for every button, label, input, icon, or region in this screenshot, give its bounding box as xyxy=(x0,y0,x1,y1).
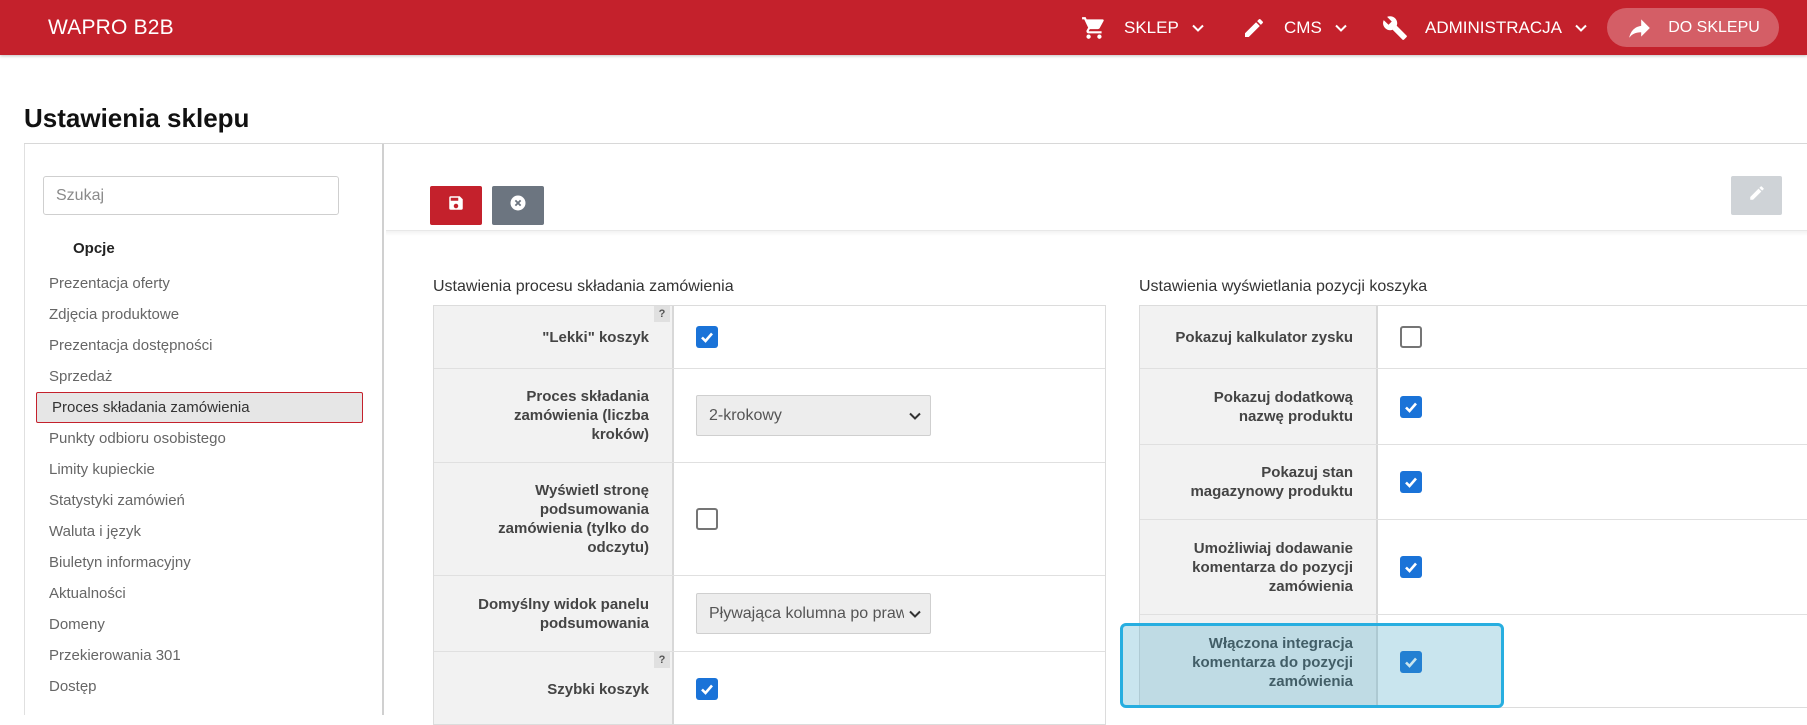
sidebar-item-dostep[interactable]: Dostęp xyxy=(25,671,385,702)
setting-row-integracja-komentarza: Włączona integracja komentarza do pozycj… xyxy=(1140,615,1807,707)
setting-row-stan-magazynowy: Pokazuj stan magazynowy produktu xyxy=(1140,445,1807,520)
sidebar-item-statystyki-zamowien[interactable]: Statystyki zamówień xyxy=(25,485,385,516)
toolbar-divider xyxy=(386,230,1807,236)
sidebar-item-label: Proces składania zamówienia xyxy=(52,399,250,416)
sidebar-item-sprzedaz[interactable]: Sprzedaż xyxy=(25,361,385,392)
setting-value xyxy=(674,306,718,368)
sidebar-item-prezentacja-oferty[interactable]: Prezentacja oferty xyxy=(25,268,385,299)
to-shop-button[interactable]: DO SKLEPU xyxy=(1607,8,1779,47)
setting-label: Wyświetl stronę podsumowania zamówienia … xyxy=(434,463,674,575)
setting-label: Pokazuj stan magazynowy produktu xyxy=(1140,445,1378,519)
setting-value xyxy=(1378,306,1422,368)
sidebar-item-limity-kupieckie[interactable]: Limity kupieckie xyxy=(25,454,385,485)
setting-row-dodatkowa-nazwa: Pokazuj dodatkową nazwę produktu xyxy=(1140,369,1807,445)
sidebar: Opcje Prezentacja oferty Zdjęcia produkt… xyxy=(24,144,384,715)
nav-sklep-label: SKLEP xyxy=(1124,17,1179,37)
chevron-down-icon xyxy=(908,607,922,621)
stock-level-checkbox[interactable] xyxy=(1400,471,1422,493)
nav-administracja-label: ADMINISTRACJA xyxy=(1425,17,1562,37)
setting-row-lekki-koszyk: "Lekki" koszyk ? xyxy=(434,306,1105,369)
sidebar-item-przekierowania[interactable]: Przekierowania 301 xyxy=(25,640,385,671)
sidebar-item-domeny[interactable]: Domeny xyxy=(25,609,385,640)
select-value: Pływająca kolumna po prawej xyxy=(709,604,904,622)
setting-row-widok-panelu: Domyślny widok panelu podsumowania Pływa… xyxy=(434,576,1105,652)
setting-label: Umożliwiaj dodawanie komentarza do pozyc… xyxy=(1140,520,1378,614)
lekki-koszyk-checkbox[interactable] xyxy=(696,326,718,348)
to-shop-label: DO SKLEPU xyxy=(1668,18,1760,36)
setting-row-komentarz: Umożliwiaj dodawanie komentarza do pozyc… xyxy=(1140,520,1807,615)
chevron-down-icon xyxy=(1574,21,1588,35)
save-button[interactable] xyxy=(430,186,482,225)
top-bar: WAPRO B2B SKLEP CMS ADMINISTRACJA DO SKL… xyxy=(0,0,1807,55)
setting-row-szybki-koszyk: Szybki koszyk ? xyxy=(434,652,1105,724)
setting-value xyxy=(674,652,718,724)
pencil-icon xyxy=(1748,184,1766,207)
sidebar-item-proces-skladania-zamowienia[interactable]: Proces składania zamówienia xyxy=(25,392,385,423)
sidebar-menu: Prezentacja oferty Zdjęcia produktowe Pr… xyxy=(25,268,385,702)
chevron-down-icon xyxy=(908,409,922,423)
pencil-icon xyxy=(1240,14,1268,42)
close-circle-icon xyxy=(509,194,527,217)
cancel-button[interactable] xyxy=(492,186,544,225)
sidebar-item-aktualnosci[interactable]: Aktualności xyxy=(25,578,385,609)
setting-value xyxy=(1378,445,1422,519)
setting-value xyxy=(1378,369,1422,444)
right-panel-title: Ustawienia wyświetlania pozycji koszyka xyxy=(1139,278,1428,295)
setting-label: Pokazuj dodatkową nazwę produktu xyxy=(1140,369,1378,444)
content-area: Ustawienia procesu składania zamówienia … xyxy=(386,144,1807,725)
setting-value xyxy=(1378,520,1422,614)
help-icon[interactable]: ? xyxy=(654,652,670,668)
edit-button[interactable] xyxy=(1731,176,1782,215)
setting-value xyxy=(674,463,718,575)
nav-administracja[interactable]: ADMINISTRACJA xyxy=(1381,0,1588,55)
brand-logo[interactable]: WAPRO B2B xyxy=(48,0,174,55)
setting-value: 2-krokowy xyxy=(674,369,931,462)
left-panel-title: Ustawienia procesu składania zamówienia xyxy=(433,278,734,295)
sidebar-item-biuletyn[interactable]: Biuletyn informacyjny xyxy=(25,547,385,578)
help-icon[interactable]: ? xyxy=(654,306,670,322)
profit-calculator-checkbox[interactable] xyxy=(1400,326,1422,348)
cart-display-panel: Pokazuj kalkulator zysku Pokazuj dodatko… xyxy=(1139,305,1807,708)
setting-value: Pływająca kolumna po prawej xyxy=(674,576,931,651)
sidebar-item-prezentacja-dostepnosci[interactable]: Prezentacja dostępności xyxy=(25,330,385,361)
steps-select[interactable]: 2-krokowy xyxy=(696,395,931,436)
setting-value xyxy=(1378,615,1422,707)
sidebar-item-punkty-odbioru[interactable]: Punkty odbioru osobistego xyxy=(25,423,385,454)
allow-comment-checkbox[interactable] xyxy=(1400,556,1422,578)
sidebar-section-title: Opcje xyxy=(73,240,115,257)
setting-row-kalkulator-zysku: Pokazuj kalkulator zysku xyxy=(1140,306,1807,369)
setting-label: Domyślny widok panelu podsumowania xyxy=(434,576,674,651)
order-process-panel: "Lekki" koszyk ? Proces składania zamówi… xyxy=(433,305,1106,725)
summary-view-select[interactable]: Pływająca kolumna po prawej xyxy=(696,593,931,634)
setting-label: "Lekki" koszyk xyxy=(434,306,674,368)
nav-sklep[interactable]: SKLEP xyxy=(1080,0,1205,55)
setting-label: Proces składania zamówienia (liczba krok… xyxy=(434,369,674,462)
chevron-down-icon xyxy=(1334,21,1348,35)
comment-integration-checkbox[interactable] xyxy=(1400,651,1422,673)
setting-label: Włączona integracja komentarza do pozycj… xyxy=(1140,615,1378,707)
summary-page-checkbox[interactable] xyxy=(696,508,718,530)
floppy-disk-icon xyxy=(447,194,465,217)
setting-label: Pokazuj kalkulator zysku xyxy=(1140,306,1378,368)
additional-name-checkbox[interactable] xyxy=(1400,395,1422,418)
sidebar-item-zdjecia-produktowe[interactable]: Zdjęcia produktowe xyxy=(25,299,385,330)
search-input[interactable] xyxy=(43,176,339,215)
wrench-icon xyxy=(1381,14,1409,42)
nav-cms-label: CMS xyxy=(1284,17,1322,37)
cart-icon xyxy=(1080,14,1108,42)
nav-cms[interactable]: CMS xyxy=(1240,0,1348,55)
settings-frame: Opcje Prezentacja oferty Zdjęcia produkt… xyxy=(24,143,1807,725)
setting-label: Szybki koszyk xyxy=(434,652,674,724)
share-arrow-icon xyxy=(1626,15,1652,41)
setting-row-liczba-krokow: Proces składania zamówienia (liczba krok… xyxy=(434,369,1105,463)
sidebar-item-waluta-i-jezyk[interactable]: Waluta i język xyxy=(25,516,385,547)
szybki-koszyk-checkbox[interactable] xyxy=(696,678,718,700)
setting-row-strona-podsumowania: Wyświetl stronę podsumowania zamówienia … xyxy=(434,463,1105,576)
chevron-down-icon xyxy=(1191,21,1205,35)
select-value: 2-krokowy xyxy=(709,406,782,424)
page-title: Ustawienia sklepu xyxy=(24,103,250,133)
